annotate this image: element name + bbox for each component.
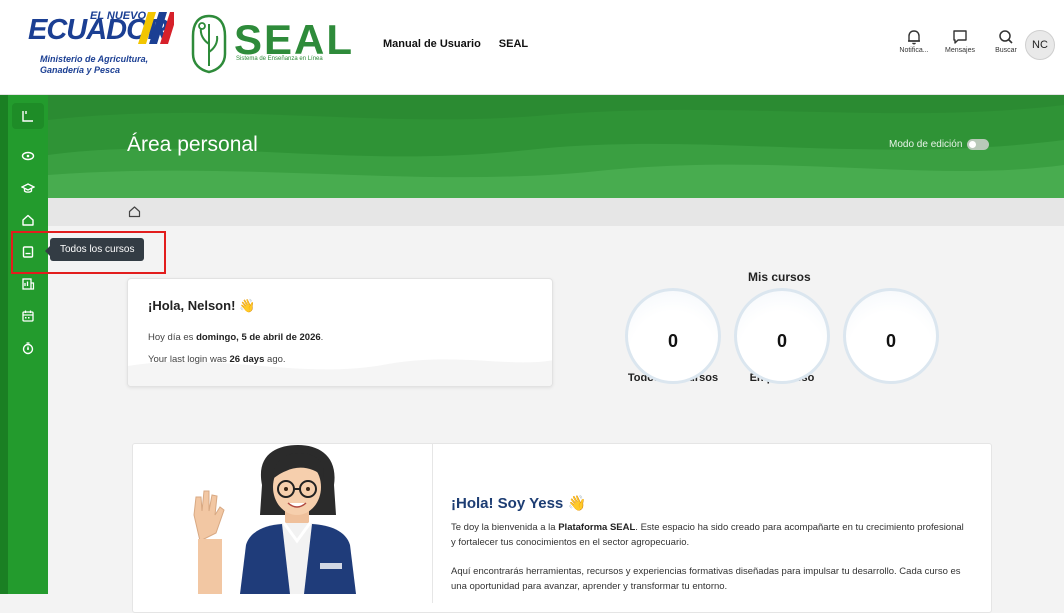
ministry-name: Ministerio de Agricultura, Ganadería y P… [40,54,149,75]
seal-subtitle: Sistema de Enseñanza en Línea [236,56,323,62]
date-suffix: . [320,332,324,343]
greeting-card: ¡Hola, Nelson! 👋 Hoy día es domingo, 5 d… [127,278,553,387]
breadcrumb [48,198,1064,226]
rail-item-dashboard[interactable] [12,207,44,233]
greeting-title: ¡Hola, Nelson! 👋 [148,298,256,313]
page-title: Área personal [127,133,258,156]
stat-ring: 0 [734,288,830,384]
messages-label: Mensajes [945,47,975,54]
stat-value: 0 [776,331,787,351]
stat-ring: 0 [843,288,939,384]
search-label: Buscar [995,47,1017,54]
greeting-last-login: Your last login was 26 days ago. [148,354,286,365]
stat-past[interactable]: 0 Past [841,288,941,384]
timer-icon [22,342,34,355]
navbar-actions: Notifica... Mensajes Buscar [896,28,1024,54]
flag-stripes-icon [138,12,174,44]
yess-avatar-illustration [193,445,356,594]
highlight-box [11,231,166,274]
messages-button[interactable]: Mensajes [942,28,978,54]
report-icon [22,278,35,290]
home-icon [22,214,34,226]
date-prefix: Hoy día es [148,332,197,343]
welcome-p1-bold: Plataforma SEAL [558,522,636,533]
drawer-icon [22,111,33,122]
edit-mode-toggle[interactable] [967,139,990,150]
login-value: 26 days [229,354,265,365]
breadcrumb-home-icon[interactable] [128,205,141,218]
rail-toggle-drawer[interactable] [12,103,44,129]
top-navbar: EL NUEVO ECUADOR Ministerio de Agricultu… [0,0,1064,95]
chat-icon [953,30,967,44]
welcome-title: ¡Hola! Soy Yess 👋 [451,495,587,512]
edit-mode-label: Modo de edición [889,139,963,150]
graduation-cap-icon [21,183,35,193]
eye-icon [21,151,35,161]
notifications-button[interactable]: Notifica... [896,28,932,54]
seal-logo[interactable]: SEAL Sistema de Enseñanza en Línea [190,14,352,76]
welcome-paragraph-1: Te doy la bienvenida a la Plataforma SEA… [451,520,971,550]
stat-ring: 0 [625,288,721,384]
nav-link-manual[interactable]: Manual de Usuario [383,38,481,50]
welcome-paragraph-2: Aquí encontrarás herramientas, recursos … [451,566,961,592]
rail-item-home[interactable] [12,143,44,169]
nav-link-seal[interactable]: SEAL [499,38,528,50]
calendar-icon [22,310,34,322]
rail-item-timer[interactable] [12,335,44,361]
ecuador-logo[interactable]: EL NUEVO ECUADOR Ministerio de Agricultu… [28,10,178,90]
seal-emblem-icon [191,14,227,74]
welcome-card-divider [432,443,433,603]
notifications-label: Notifica... [899,47,929,54]
user-avatar[interactable]: NC [1025,30,1055,60]
date-value: domingo, 5 de abril de 2026 [196,332,321,343]
search-icon [999,30,1013,44]
card-wave-decoration [128,359,552,386]
rail-item-reports[interactable] [12,271,44,297]
stat-value: 0 [667,331,678,351]
search-button[interactable]: Buscar [988,28,1024,54]
welcome-p1-prefix: Te doy la bienvenida a la [451,522,559,533]
primary-nav: Manual de Usuario SEAL [383,38,528,50]
left-rail [0,95,48,594]
login-prefix: Your last login was [148,354,230,365]
stat-in-progress[interactable]: 0 En progreso [732,288,832,384]
rail-item-graduation[interactable] [12,175,44,201]
my-courses-title: Mis cursos [748,270,811,284]
rail-item-calendar[interactable] [12,303,44,329]
bell-icon [908,30,920,45]
login-suffix: ago. [264,354,286,365]
greeting-date: Hoy día es domingo, 5 de abril de 2026. [148,332,323,343]
stat-value: 0 [885,331,896,351]
edit-mode-control: Modo de edición [889,139,990,150]
stat-all-courses[interactable]: 0 Todos los cursos [623,288,723,384]
